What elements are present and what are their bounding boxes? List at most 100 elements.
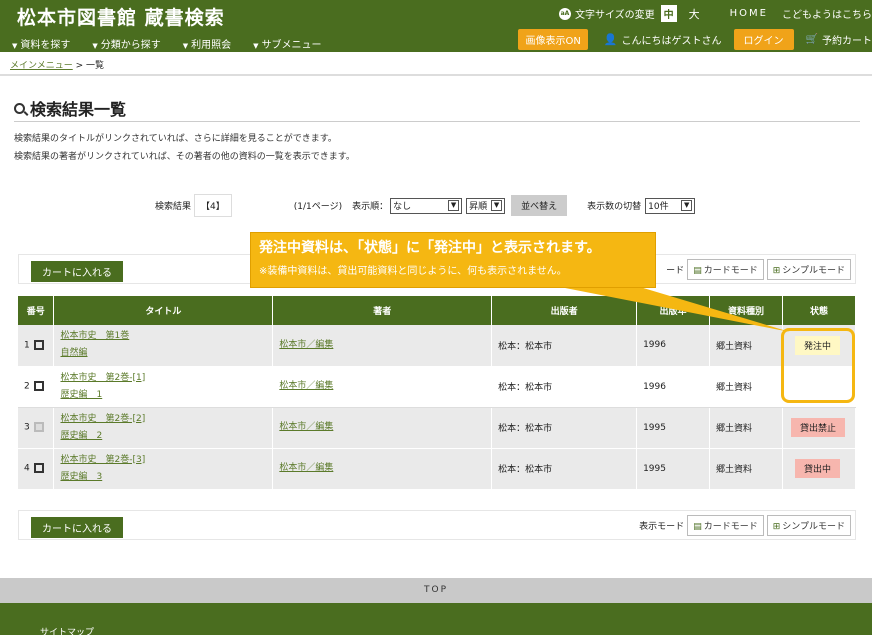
add-to-cart-button-top[interactable]: カートに入れる: [31, 261, 123, 282]
nav-submenu[interactable]: ▼ サブメニュー: [253, 36, 321, 51]
type-cell: 郷土資料: [709, 366, 783, 408]
home-link[interactable]: HOME: [730, 8, 768, 19]
bottom-action-panel: カートに入れる 表示モード ▤ カードモード ⊞ シンプルモード: [18, 510, 856, 540]
back-to-top-link[interactable]: TOP: [0, 578, 872, 603]
publisher-cell: 松本：松本市: [491, 325, 638, 367]
year-cell: 1995: [636, 448, 711, 490]
caret-down-icon: ▼: [92, 42, 98, 50]
chevron-down-icon: ▼: [681, 200, 693, 211]
caret-down-icon: ▼: [12, 42, 18, 50]
author-link[interactable]: 松本市／編集: [279, 419, 491, 436]
col-pub-year: 出版年: [636, 296, 711, 325]
callout-note-text: ※装備中資料は、貸出可能資料と同じように、何も表示されません。: [259, 266, 567, 277]
status-highlight-box: [781, 328, 855, 403]
simple-mode-button[interactable]: ⊞ シンプルモード: [766, 515, 851, 536]
select-checkbox-disabled: [33, 422, 44, 433]
display-mode-label: 表示モード: [639, 522, 685, 532]
add-to-cart-button-bottom[interactable]: カートに入れる: [31, 517, 123, 538]
author-link[interactable]: 松本市／編集: [279, 460, 491, 477]
table-row: 1 松本市史 第1巻 自然編 松本市／編集 松本：松本市 1996 郷土資料 発注…: [18, 325, 857, 367]
site-header: 松本市図書館 蔵書検索 ▼ 資料を探す ▼ 分類から探す ▼ 利用照会 ▼ サブメニュー…: [0, 0, 872, 52]
simple-mode-button-top[interactable]: ⊞ シンプルモード: [766, 259, 851, 280]
status-badge: 貸出禁止: [790, 418, 845, 437]
image-display-toggle[interactable]: 画像表示ON: [518, 29, 588, 50]
sort-direction-select[interactable]: 昇順 ▼: [466, 197, 506, 214]
title-cell: 松本市史 第2巻-[1] 歴史編 1: [53, 366, 274, 408]
sort-order-label: 表示順：: [352, 202, 389, 212]
reserve-cart-link[interactable]: 予約カート: [822, 32, 872, 47]
breadcrumb-divider: [0, 74, 872, 76]
title-link[interactable]: 松本市史 第2巻-[2]: [60, 411, 272, 428]
select-checkbox[interactable]: [33, 340, 44, 350]
result-controls: 検索結果 【4】 (1/1ページ) 表示順： なし ▼ 昇順 ▼ 並べ替え 表示数の…: [155, 194, 696, 217]
type-cell: 郷土資料: [709, 325, 783, 367]
per-page-label: 表示数の切替: [587, 202, 642, 212]
site-footer: サイトマップ: [0, 603, 872, 635]
font-size-large-button[interactable]: 大: [689, 6, 700, 22]
search-icon: [14, 102, 25, 114]
author-link[interactable]: 松本市／編集: [279, 378, 491, 395]
main-nav: ▼ 資料を探す ▼ 分類から探す ▼ 利用照会 ▼ サブメニュー: [12, 36, 344, 51]
col-material-type: 資料種別: [709, 296, 783, 325]
results-table: 番号 タイトル 著者 出版者 出版年 資料種別 状態 1 松本市史 第1巻 自然編…: [18, 296, 857, 490]
display-mode-switch-bottom: 表示モード ▤ カードモード ⊞ シンプルモード: [639, 515, 851, 536]
nav-search-materials[interactable]: ▼ 資料を探す: [12, 36, 70, 51]
subtitle-link[interactable]: 自然編: [60, 345, 272, 362]
card-mode-button[interactable]: ▤ カードモード: [687, 515, 764, 536]
sitemap-link[interactable]: サイトマップ: [40, 625, 94, 635]
caret-down-icon: ▼: [182, 42, 189, 50]
card-mode-button-top[interactable]: ▤ カードモード: [687, 259, 764, 280]
sort-button[interactable]: 並べ替え: [511, 195, 568, 216]
header-utility: aA 文字サイズの変更 中 大 HOME こどもようはこちら: [558, 5, 872, 22]
greeting-text: こんにちはゲストさん: [621, 36, 722, 47]
kids-link[interactable]: こどもようはこちら: [782, 6, 872, 21]
publisher-cell: 松本：松本市: [491, 407, 638, 449]
col-publisher: 出版者: [491, 296, 638, 325]
result-count-value: 【4】: [194, 194, 232, 217]
callout-main-text: 発注中資料は、「状態」に「発注中」と表示されます。: [259, 240, 601, 256]
subtitle-link[interactable]: 歴史編 3: [60, 469, 272, 486]
font-size-medium-button[interactable]: 中: [660, 5, 677, 22]
chevron-down-icon: ▼: [491, 200, 503, 211]
row-number: 4: [18, 448, 55, 490]
select-checkbox[interactable]: [33, 463, 44, 474]
author-cell: 松本市／編集: [272, 366, 493, 408]
col-title: タイトル: [53, 296, 274, 325]
year-cell: 1996: [636, 325, 711, 367]
per-page-select[interactable]: 10件 ▼: [645, 197, 696, 214]
sort-order-select[interactable]: なし ▼: [390, 197, 463, 214]
subtitle-link[interactable]: 歴史編 2: [60, 428, 272, 445]
select-checkbox[interactable]: [33, 381, 44, 392]
breadcrumb-current: 一覧: [86, 61, 105, 71]
nav-browse-classification[interactable]: ▼ 分類から探す: [92, 36, 160, 51]
row-number: 1: [18, 325, 55, 367]
table-header-row: 番号 タイトル 著者 出版者 出版年 資料種別 状態: [18, 296, 857, 325]
title-link[interactable]: 松本市史 第2巻-[3]: [60, 452, 272, 469]
caret-down-icon: ▼: [253, 42, 259, 50]
title-cell: 松本市史 第2巻-[2] 歴史編 2: [53, 407, 274, 449]
login-button[interactable]: ログイン: [733, 29, 794, 50]
author-cell: 松本市／編集: [272, 448, 493, 490]
author-cell: 松本市／編集: [272, 325, 493, 367]
status-cell: 貸出中: [782, 448, 857, 490]
display-mode-switch-top: ード ▤ カードモード ⊞ シンプルモード: [666, 259, 851, 280]
subtitle-link[interactable]: 歴史編 1: [60, 387, 272, 404]
card-list-icon: ▤: [693, 266, 702, 276]
author-cell: 松本市／編集: [272, 407, 493, 449]
title-link[interactable]: 松本市史 第2巻-[1]: [60, 370, 272, 387]
site-title[interactable]: 松本市図書館 蔵書検索: [17, 3, 225, 30]
status-cell: 貸出禁止: [782, 407, 857, 449]
type-cell: 郷土資料: [709, 448, 783, 490]
nav-usage-inquiry[interactable]: ▼ 利用照会: [183, 36, 231, 51]
status-badge: 貸出中: [794, 459, 840, 478]
col-author: 著者: [272, 296, 493, 325]
col-status: 状態: [782, 296, 857, 325]
description-line-1: 検索結果のタイトルがリンクされていれば、さらに詳細を見ることができます。: [14, 134, 337, 144]
breadcrumb-main-menu[interactable]: メインメニュー: [10, 61, 73, 71]
title-link[interactable]: 松本市史 第1巻: [60, 328, 272, 345]
card-list-icon: ▤: [693, 522, 702, 532]
table-row: 2 松本市史 第2巻-[1] 歴史編 1 松本市／編集 松本：松本市 1996 郷…: [18, 366, 857, 408]
author-link[interactable]: 松本市／編集: [279, 337, 491, 354]
publisher-cell: 松本：松本市: [491, 366, 638, 408]
year-cell: 1995: [636, 407, 711, 449]
